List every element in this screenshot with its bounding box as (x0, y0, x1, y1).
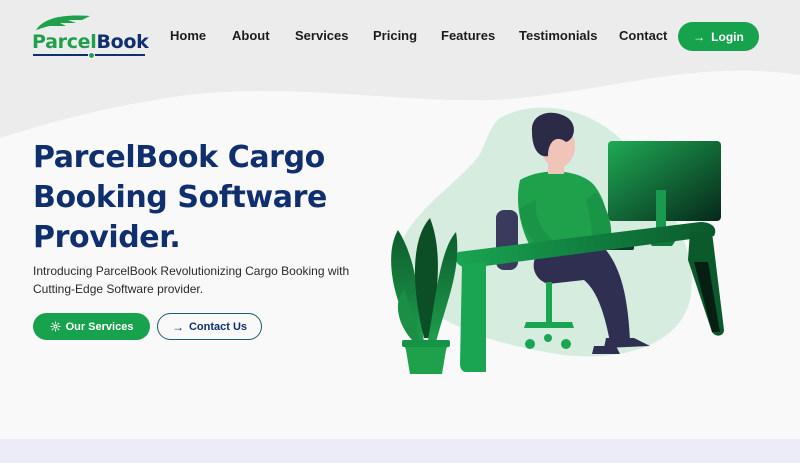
logo-pin-icon (88, 52, 95, 59)
nav-link-services[interactable]: Services (295, 27, 349, 45)
hero-illustration (391, 107, 724, 374)
our-services-button[interactable]: Our Services (33, 313, 150, 340)
gear-icon (49, 321, 61, 332)
desk-left-leg (460, 262, 486, 372)
contact-us-button[interactable]: → Contact Us (157, 313, 262, 340)
hero-description: Introducing ParcelBook Revolutionizing C… (33, 264, 350, 296)
nav-link-pricing[interactable]: Pricing (373, 27, 417, 45)
arrow-right-icon: → (171, 319, 184, 334)
nav-link-about[interactable]: About (232, 27, 270, 45)
nav-link-home[interactable]: Home (170, 27, 206, 45)
login-button[interactable]: → Login (678, 22, 759, 51)
chair-base (524, 322, 574, 328)
arrow-right-icon: → (693, 29, 706, 44)
nav-link-contact[interactable]: Contact (619, 27, 667, 45)
contact-us-label: Contact Us (188, 320, 248, 333)
login-label: Login (711, 29, 744, 44)
our-services-label: Our Services (65, 320, 134, 333)
next-section-band (0, 439, 800, 463)
hero-title: ParcelBook Cargo Booking Software Provid… (33, 140, 327, 255)
site-header: ParcelBook Home About Services Pricing F… (0, 0, 800, 74)
nav-link-testimonials[interactable]: Testimonials (519, 27, 598, 45)
plant-pot (404, 344, 448, 374)
nav-link-features[interactable]: Features (441, 27, 495, 45)
